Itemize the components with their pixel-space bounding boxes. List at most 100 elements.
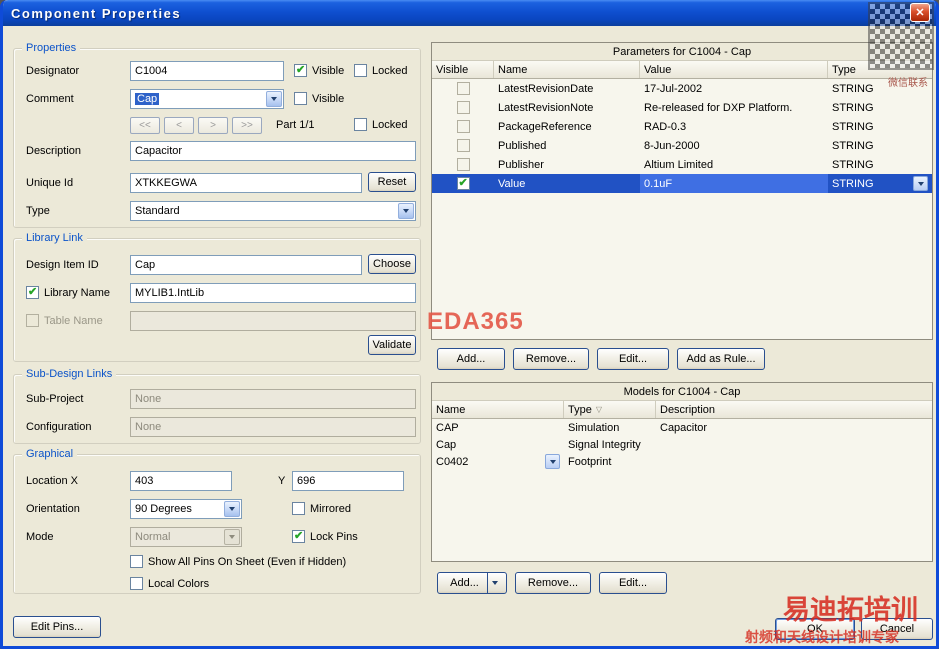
part-locked-label: Locked xyxy=(372,118,408,131)
properties-group: Properties Designator C1004 Visible Lock… xyxy=(13,41,421,228)
param-type-dropdown-arrow-icon[interactable] xyxy=(913,176,928,191)
param-visible-checkbox[interactable] xyxy=(456,120,470,133)
param-visible-checkbox[interactable] xyxy=(456,82,470,95)
param-value-cell[interactable]: 17-Jul-2002 xyxy=(640,79,828,98)
column-header-value[interactable]: Value xyxy=(640,61,828,78)
model-name-cell[interactable]: Cap xyxy=(432,436,564,453)
local-colors-checkbox[interactable] xyxy=(130,577,143,590)
param-name-cell[interactable]: LatestRevisionDate xyxy=(494,79,640,98)
type-dropdown-arrow-icon[interactable] xyxy=(398,203,414,219)
location-x-input[interactable]: 403 xyxy=(130,471,232,491)
location-y-input[interactable]: 696 xyxy=(292,471,404,491)
model-description-cell[interactable] xyxy=(656,436,932,453)
param-type-cell[interactable]: STRING xyxy=(828,174,932,193)
parameter-row[interactable]: LatestRevisionNote Re-released for DXP P… xyxy=(432,98,932,117)
choose-button[interactable]: Choose xyxy=(368,254,416,274)
param-type-cell[interactable]: STRING xyxy=(828,155,932,174)
column-header-model-description[interactable]: Description xyxy=(656,401,932,418)
param-name-cell[interactable]: Value xyxy=(494,174,640,193)
type-combobox[interactable]: Standard xyxy=(130,201,416,221)
validate-button[interactable]: Validate xyxy=(368,335,416,355)
parameters-remove-button[interactable]: Remove... xyxy=(513,348,589,370)
orientation-dropdown-arrow-icon[interactable] xyxy=(224,501,240,517)
designator-locked-checkbox[interactable] xyxy=(354,64,367,77)
column-header-visible[interactable]: Visible xyxy=(432,61,494,78)
model-description-cell[interactable]: Capacitor xyxy=(656,419,932,436)
model-row[interactable]: Cap Signal Integrity xyxy=(432,436,932,453)
models-remove-button[interactable]: Remove... xyxy=(515,572,591,594)
model-description-cell[interactable] xyxy=(656,453,932,470)
show-all-pins-checkbox[interactable] xyxy=(130,555,143,568)
comment-visible-checkbox[interactable] xyxy=(294,92,307,105)
lock-pins-checkbox[interactable] xyxy=(292,529,305,543)
param-visible-cell[interactable] xyxy=(432,79,494,98)
param-value-cell[interactable]: RAD-0.3 xyxy=(640,117,828,136)
unique-id-input[interactable]: XTKKEGWA xyxy=(130,173,362,193)
parameter-row[interactable]: LatestRevisionDate 17-Jul-2002 STRING xyxy=(432,79,932,98)
param-visible-cell[interactable] xyxy=(432,136,494,155)
param-name-cell[interactable]: LatestRevisionNote xyxy=(494,98,640,117)
parameters-edit-button[interactable]: Edit... xyxy=(597,348,669,370)
models-add-label: Add... xyxy=(450,577,479,589)
designator-input[interactable]: C1004 xyxy=(130,61,284,81)
model-name-dropdown-arrow-icon[interactable] xyxy=(545,454,560,469)
param-type-cell[interactable]: STRING xyxy=(828,98,932,117)
param-type-cell[interactable]: STRING xyxy=(828,136,932,155)
description-input[interactable]: Capacitor xyxy=(130,141,416,161)
library-name-checkbox[interactable] xyxy=(26,285,39,299)
param-name-cell[interactable]: Publisher xyxy=(494,155,640,174)
add-as-rule-button[interactable]: Add as Rule... xyxy=(677,348,765,370)
library-name-input[interactable]: MYLIB1.IntLib xyxy=(130,283,416,303)
design-item-id-input[interactable]: Cap xyxy=(130,255,362,275)
param-visible-cell[interactable] xyxy=(432,155,494,174)
designator-visible-checkbox[interactable] xyxy=(294,63,307,77)
param-value-cell[interactable]: Re-released for DXP Platform. xyxy=(640,98,828,117)
param-name-cell[interactable]: Published xyxy=(494,136,640,155)
model-row[interactable]: CAP Simulation Capacitor xyxy=(432,419,932,436)
param-value-cell[interactable]: 8-Jun-2000 xyxy=(640,136,828,155)
parameter-row[interactable]: Published 8-Jun-2000 STRING xyxy=(432,136,932,155)
param-value-cell[interactable]: Altium Limited xyxy=(640,155,828,174)
model-type-cell[interactable]: Simulation xyxy=(564,419,656,436)
orientation-combobox[interactable]: 90 Degrees xyxy=(130,499,242,519)
column-header-model-type[interactable]: Type ▽ xyxy=(564,401,656,418)
lock-pins-label: Lock Pins xyxy=(310,530,358,543)
parameter-row[interactable]: Publisher Altium Limited STRING xyxy=(432,155,932,174)
param-visible-cell[interactable] xyxy=(432,174,494,193)
designator-visible-label: Visible xyxy=(312,64,345,77)
parameters-header: Visible Name Value Type xyxy=(432,61,932,79)
param-visible-checkbox[interactable] xyxy=(456,139,470,152)
part-locked-checkbox[interactable] xyxy=(354,118,367,131)
model-type-cell[interactable]: Signal Integrity xyxy=(564,436,656,453)
param-visible-cell[interactable] xyxy=(432,117,494,136)
design-item-id-label: Design Item ID xyxy=(26,259,99,271)
models-edit-button[interactable]: Edit... xyxy=(599,572,667,594)
comment-combobox[interactable]: Cap xyxy=(130,89,284,109)
edit-pins-button[interactable]: Edit Pins... xyxy=(13,616,101,638)
models-add-dropdown-arrow-icon[interactable] xyxy=(486,573,502,593)
model-name-cell[interactable]: CAP xyxy=(432,419,564,436)
param-value-cell[interactable]: 0.1uF xyxy=(640,174,828,193)
description-label: Description xyxy=(26,145,82,157)
param-visible-checkbox[interactable] xyxy=(456,176,470,190)
close-button[interactable]: ✕ xyxy=(910,3,930,22)
model-name-cell[interactable]: C0402 xyxy=(432,453,564,470)
model-type-cell[interactable]: Footprint xyxy=(564,453,656,470)
reset-button[interactable]: Reset xyxy=(368,172,416,192)
models-add-button[interactable]: Add... xyxy=(437,572,507,594)
parameter-row-selected[interactable]: Value 0.1uF STRING xyxy=(432,174,932,193)
column-header-name[interactable]: Name xyxy=(494,61,640,78)
param-visible-cell[interactable] xyxy=(432,98,494,117)
parameter-row[interactable]: PackageReference RAD-0.3 STRING xyxy=(432,117,932,136)
param-name-cell[interactable]: PackageReference xyxy=(494,117,640,136)
column-header-model-name[interactable]: Name xyxy=(432,401,564,418)
param-visible-checkbox[interactable] xyxy=(456,158,470,171)
param-type-cell[interactable]: STRING xyxy=(828,117,932,136)
param-visible-checkbox[interactable] xyxy=(456,101,470,114)
mode-dropdown-arrow-icon xyxy=(224,529,240,545)
comment-dropdown-arrow-icon[interactable] xyxy=(266,91,282,107)
mirrored-checkbox[interactable] xyxy=(292,502,305,515)
type-value: Standard xyxy=(135,205,180,217)
model-row[interactable]: C0402 Footprint xyxy=(432,453,932,470)
parameters-add-button[interactable]: Add... xyxy=(437,348,505,370)
